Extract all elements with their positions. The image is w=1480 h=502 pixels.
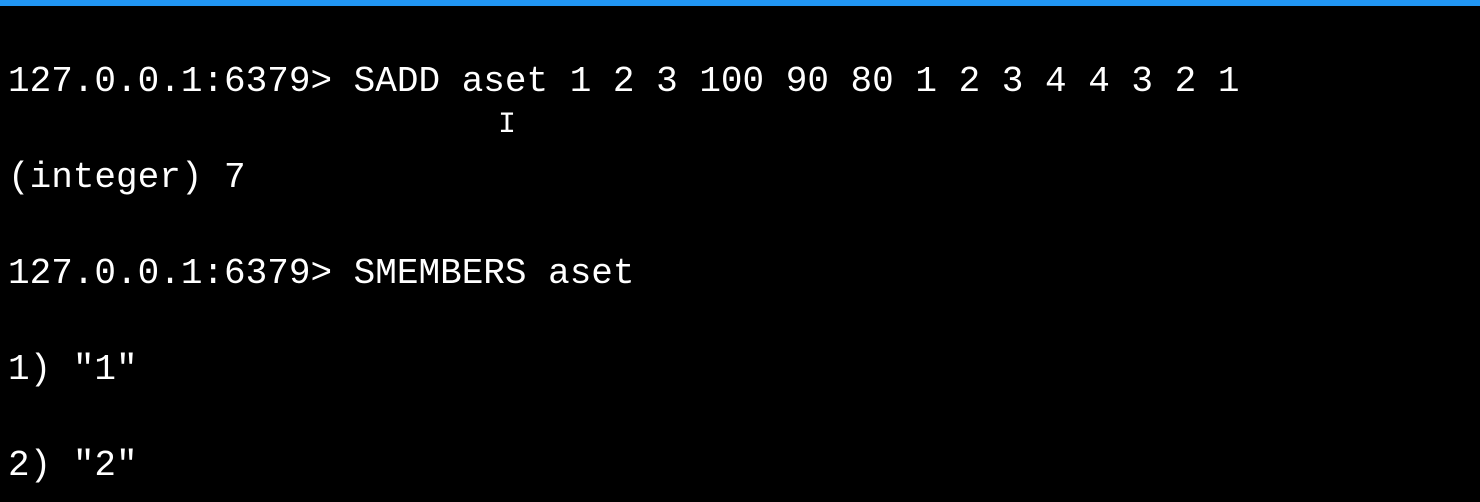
- list-index: 2: [8, 445, 30, 486]
- prompt-text: 127.0.0.1:6379>: [8, 61, 332, 102]
- list-value: 2: [94, 445, 116, 486]
- terminal-line-list: 2) "2": [8, 442, 1480, 490]
- terminal-output[interactable]: 127.0.0.1:6379> SADD aset 1 2 3 100 90 8…: [0, 6, 1480, 502]
- prompt-text: 127.0.0.1:6379>: [8, 253, 332, 294]
- terminal-line-cmd: 127.0.0.1:6379> SMEMBERS aset: [8, 250, 1480, 298]
- list-index: 1: [8, 349, 30, 390]
- command-text: SMEMBERS aset: [354, 253, 635, 294]
- terminal-line-cmd: 127.0.0.1:6379> SADD aset 1 2 3 100 90 8…: [8, 58, 1480, 106]
- terminal-line-result: (integer) 7: [8, 154, 1480, 202]
- list-value: 1: [94, 349, 116, 390]
- command-text: SADD aset 1 2 3 100 90 80 1 2 3 4 4 3 2 …: [354, 61, 1240, 102]
- terminal-line-list: 1) "1": [8, 346, 1480, 394]
